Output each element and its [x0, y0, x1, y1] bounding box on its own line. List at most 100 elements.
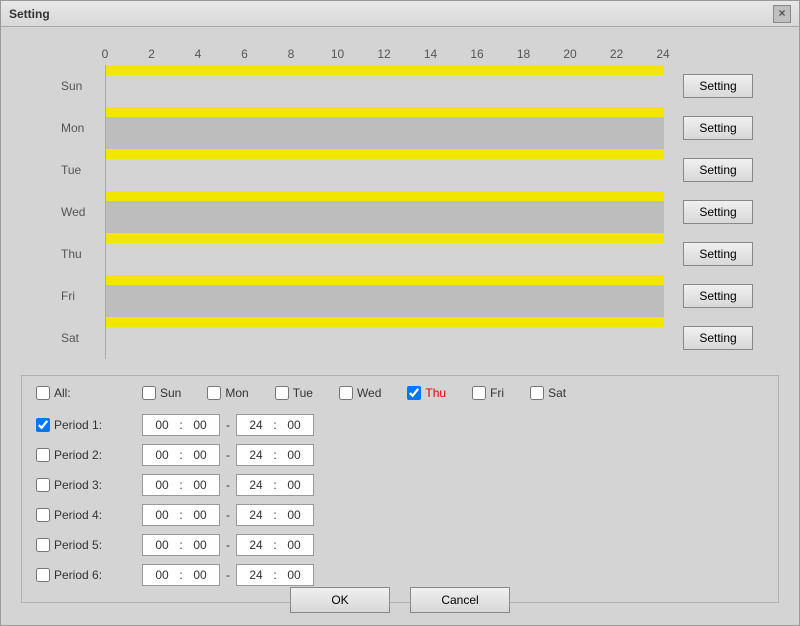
timeline[interactable]: [105, 107, 663, 149]
period-3-to[interactable]: 24:00: [236, 474, 314, 496]
period-6-check-checkbox[interactable]: [36, 568, 50, 582]
period-5-to-minute[interactable]: 00: [279, 538, 309, 552]
day-row: SatSetting: [21, 317, 779, 359]
period-row: Period 6:00:00-24:00: [36, 560, 764, 590]
check-all-label: All:: [54, 386, 71, 400]
axis-tick: 10: [331, 47, 344, 61]
timeline-bar: [106, 107, 664, 117]
timeline[interactable]: [105, 317, 663, 359]
period-1-to[interactable]: 24:00: [236, 414, 314, 436]
period-3-check[interactable]: Period 3:: [36, 478, 126, 492]
colon: :: [271, 538, 279, 552]
cancel-button[interactable]: Cancel: [410, 587, 510, 613]
period-6-to-hour[interactable]: 24: [241, 568, 271, 582]
period-1-check[interactable]: Period 1:: [36, 418, 126, 432]
close-icon[interactable]: ×: [773, 5, 791, 23]
axis-tick: 4: [195, 47, 202, 61]
period-6-check[interactable]: Period 6:: [36, 568, 126, 582]
check-fri[interactable]: Fri: [472, 386, 504, 400]
period-5-to-hour[interactable]: 24: [241, 538, 271, 552]
check-sun[interactable]: Sun: [142, 386, 181, 400]
timeline[interactable]: [105, 233, 663, 275]
period-2-from-hour[interactable]: 00: [147, 448, 177, 462]
period-5-check[interactable]: Period 5:: [36, 538, 126, 552]
period-row: Period 3:00:00-24:00: [36, 470, 764, 500]
period-6-from[interactable]: 00:00: [142, 564, 220, 586]
period-5-check-checkbox[interactable]: [36, 538, 50, 552]
period-1-to-minute[interactable]: 00: [279, 418, 309, 432]
day-setting-button[interactable]: Setting: [683, 326, 753, 350]
period-2-to-minute[interactable]: 00: [279, 448, 309, 462]
period-6-from-hour[interactable]: 00: [147, 568, 177, 582]
check-sat-checkbox[interactable]: [530, 386, 544, 400]
day-setting-button[interactable]: Setting: [683, 284, 753, 308]
period-2-to[interactable]: 24:00: [236, 444, 314, 466]
check-tue[interactable]: Tue: [275, 386, 313, 400]
period-3-to-hour[interactable]: 24: [241, 478, 271, 492]
check-thu[interactable]: Thu: [407, 386, 446, 400]
period-5-to[interactable]: 24:00: [236, 534, 314, 556]
colon: :: [271, 448, 279, 462]
day-label: Wed: [21, 205, 105, 219]
check-thu-checkbox[interactable]: [407, 386, 421, 400]
day-setting-button[interactable]: Setting: [683, 200, 753, 224]
check-sat[interactable]: Sat: [530, 386, 566, 400]
period-3-from[interactable]: 00:00: [142, 474, 220, 496]
periods-wrap: Period 1:00:00-24:00Period 2:00:00-24:00…: [36, 410, 764, 590]
day-setting-button[interactable]: Setting: [683, 242, 753, 266]
period-5-from-hour[interactable]: 00: [147, 538, 177, 552]
period-5-from[interactable]: 00:00: [142, 534, 220, 556]
day-label: Mon: [21, 121, 105, 135]
period-4-from[interactable]: 00:00: [142, 504, 220, 526]
period-2-check-checkbox[interactable]: [36, 448, 50, 462]
period-6-to[interactable]: 24:00: [236, 564, 314, 586]
period-2-from-minute[interactable]: 00: [185, 448, 215, 462]
period-1-check-checkbox[interactable]: [36, 418, 50, 432]
check-mon[interactable]: Mon: [207, 386, 248, 400]
timeline[interactable]: [105, 191, 663, 233]
period-4-from-minute[interactable]: 00: [185, 508, 215, 522]
check-wed-checkbox[interactable]: [339, 386, 353, 400]
schedule-rows: SunSettingMonSettingTueSettingWedSetting…: [21, 65, 779, 359]
period-3-from-minute[interactable]: 00: [185, 478, 215, 492]
period-3-to-minute[interactable]: 00: [279, 478, 309, 492]
day-setting-button[interactable]: Setting: [683, 116, 753, 140]
check-all[interactable]: All:: [36, 386, 126, 400]
period-4-to-minute[interactable]: 00: [279, 508, 309, 522]
timeline-bar: [106, 149, 664, 159]
ok-button[interactable]: OK: [290, 587, 390, 613]
period-1-from-minute[interactable]: 00: [185, 418, 215, 432]
axis-tick: 2: [148, 47, 155, 61]
timeline[interactable]: [105, 149, 663, 191]
period-row: Period 5:00:00-24:00: [36, 530, 764, 560]
check-tue-checkbox[interactable]: [275, 386, 289, 400]
period-1-from[interactable]: 00:00: [142, 414, 220, 436]
period-4-from-hour[interactable]: 00: [147, 508, 177, 522]
period-4-to[interactable]: 24:00: [236, 504, 314, 526]
timeline[interactable]: [105, 65, 663, 107]
period-4-check[interactable]: Period 4:: [36, 508, 126, 522]
colon: :: [271, 508, 279, 522]
check-wed[interactable]: Wed: [339, 386, 381, 400]
period-3-from-hour[interactable]: 00: [147, 478, 177, 492]
period-4-to-hour[interactable]: 24: [241, 508, 271, 522]
period-3-check-checkbox[interactable]: [36, 478, 50, 492]
day-setting-button[interactable]: Setting: [683, 74, 753, 98]
period-6-from-minute[interactable]: 00: [185, 568, 215, 582]
check-sun-checkbox[interactable]: [142, 386, 156, 400]
period-5-from-minute[interactable]: 00: [185, 538, 215, 552]
period-2-to-hour[interactable]: 24: [241, 448, 271, 462]
check-fri-checkbox[interactable]: [472, 386, 486, 400]
axis-tick: 8: [288, 47, 295, 61]
period-4-check-checkbox[interactable]: [36, 508, 50, 522]
check-mon-checkbox[interactable]: [207, 386, 221, 400]
schedule-area: 024681012141618202224 SunSettingMonSetti…: [1, 27, 799, 369]
period-2-from[interactable]: 00:00: [142, 444, 220, 466]
check-all-checkbox[interactable]: [36, 386, 50, 400]
day-setting-button[interactable]: Setting: [683, 158, 753, 182]
period-1-from-hour[interactable]: 00: [147, 418, 177, 432]
period-1-to-hour[interactable]: 24: [241, 418, 271, 432]
period-6-to-minute[interactable]: 00: [279, 568, 309, 582]
period-2-check[interactable]: Period 2:: [36, 448, 126, 462]
timeline[interactable]: [105, 275, 663, 317]
